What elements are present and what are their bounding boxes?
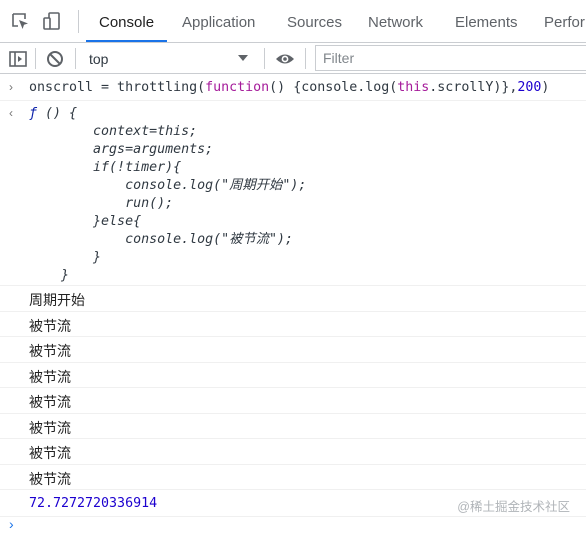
console-prompt[interactable]: ›: [0, 516, 586, 534]
log-message: 周期开始: [0, 286, 586, 312]
tab-network[interactable]: Network: [368, 0, 423, 42]
tab-bar-separator: [78, 10, 79, 33]
log-number-output: 72.7272720336914 @稀土掘金技术社区: [0, 490, 586, 517]
device-toolbar-icon[interactable]: [42, 11, 62, 31]
prompt-chevron-icon: ›: [9, 516, 14, 532]
log-message: 被节流: [0, 414, 586, 439]
tab-sources[interactable]: Sources: [287, 0, 342, 42]
console-input-echo: › onscroll = throttling(function() {cons…: [0, 74, 586, 101]
console-toolbar: top: [0, 43, 586, 74]
toolbar-separator: [75, 48, 76, 69]
log-message: 被节流: [0, 439, 586, 465]
toolbar-separator: [35, 48, 36, 69]
tab-performance[interactable]: Perfor: [544, 0, 585, 42]
watermark: @稀土掘金技术社区: [457, 500, 570, 514]
live-expression-eye-icon[interactable]: [275, 49, 295, 69]
log-message: 被节流: [0, 363, 586, 388]
toolbar-separator: [305, 48, 306, 69]
show-sidebar-icon[interactable]: [8, 49, 28, 69]
toolbar-separator: [264, 48, 265, 69]
return-arrow-icon: ‹: [9, 106, 13, 120]
tab-elements[interactable]: Elements: [455, 0, 518, 42]
tab-application[interactable]: Application: [182, 0, 255, 42]
console-output: › onscroll = throttling(function() {cons…: [0, 74, 586, 534]
chevron-right-icon: ›: [9, 80, 13, 94]
clear-console-icon[interactable]: [45, 49, 65, 69]
scroll-value: 72.7272720336914: [29, 496, 158, 511]
log-message: 被节流: [0, 388, 586, 414]
log-message: 被节流: [0, 465, 586, 490]
function-source: ƒ () { context=this; args=arguments; if(…: [29, 106, 307, 283]
dropdown-arrow-icon: [238, 55, 248, 61]
context-selector[interactable]: top: [80, 45, 258, 71]
log-message: 被节流: [0, 337, 586, 363]
console-return-value[interactable]: ‹ ƒ () { context=this; args=arguments; i…: [0, 101, 586, 286]
context-selector-value: top: [89, 51, 109, 67]
devtools-tab-bar: Console Application Sources Network Elem…: [0, 0, 586, 43]
log-message: 被节流: [0, 312, 586, 337]
command-text: onscroll = throttling(function() {consol…: [29, 80, 550, 95]
tab-console[interactable]: Console: [86, 0, 168, 42]
inspect-element-icon[interactable]: [10, 11, 30, 31]
filter-input[interactable]: [315, 45, 586, 71]
